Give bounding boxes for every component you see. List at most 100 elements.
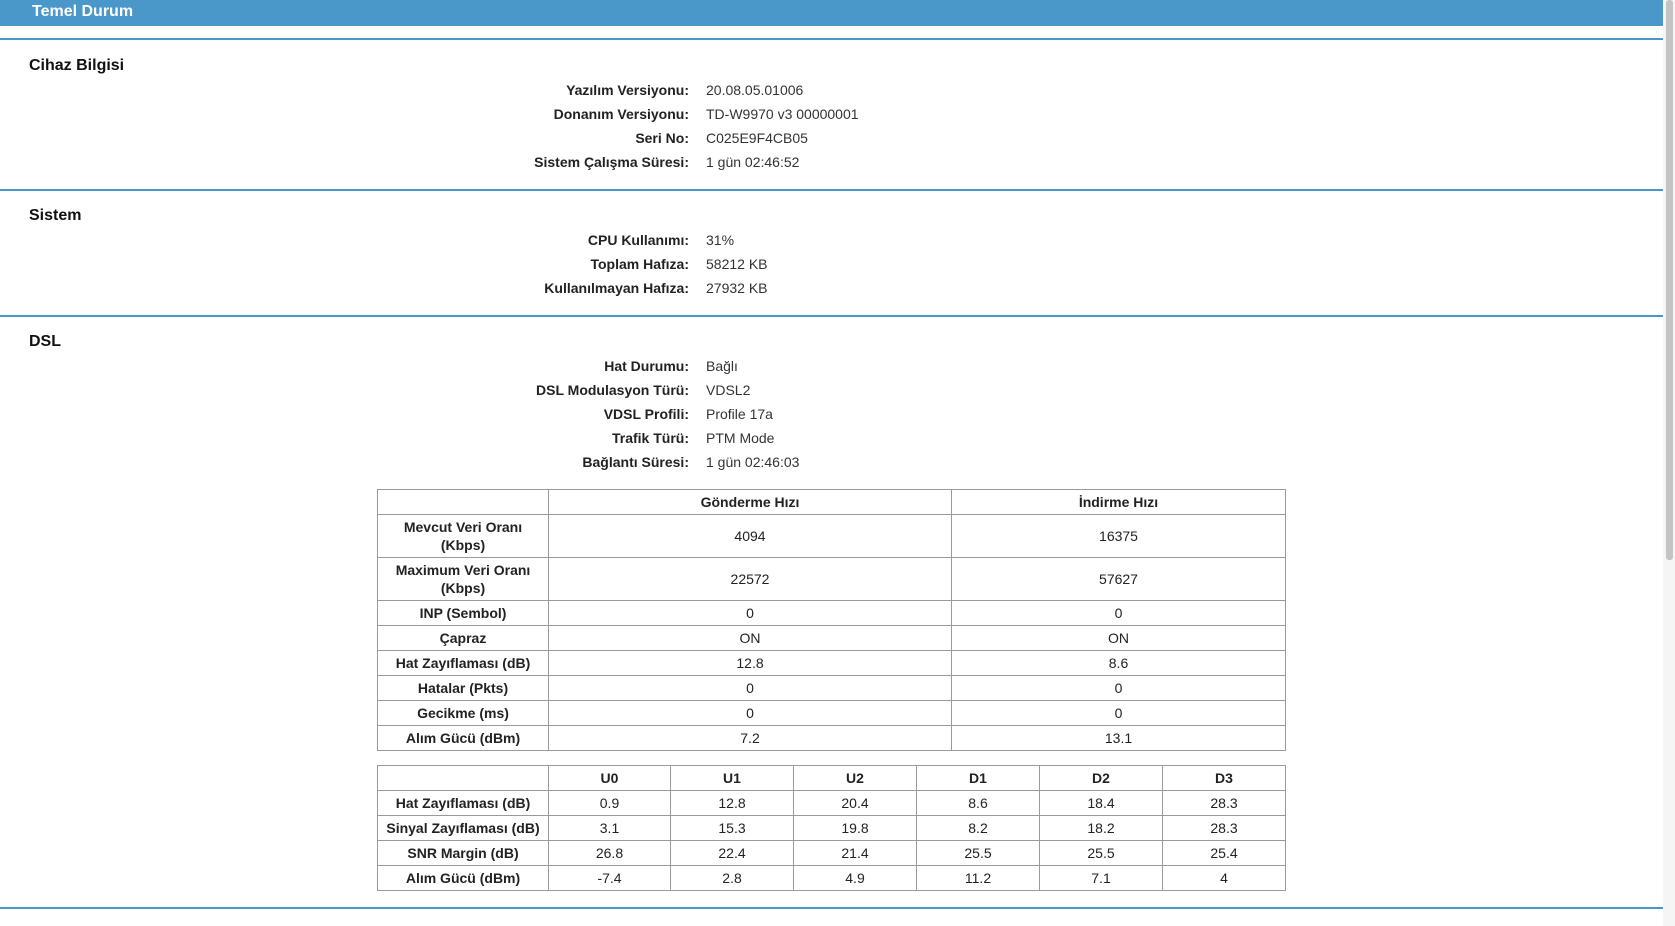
kv-row-serial-number: Seri No: C025E9F4CB05 bbox=[0, 130, 1200, 150]
table-cell: 15.3 bbox=[670, 815, 794, 841]
kv-row-vdsl-profile: VDSL Profili: Profile 17a bbox=[0, 406, 1200, 426]
kv-label: Trafik Türü: bbox=[611, 430, 689, 446]
table-cell: 18.4 bbox=[1039, 790, 1163, 816]
table-row: Maximum Veri Oranı (Kbps) 22572 57627 bbox=[377, 557, 1286, 601]
section-divider bbox=[0, 189, 1663, 191]
kv-row-cpu-usage: CPU Kullanımı: 31% bbox=[0, 232, 1200, 252]
kv-value: Bağlı bbox=[706, 358, 738, 374]
kv-row-hardware-version: Donanım Versiyonu: TD-W9970 v3 00000001 bbox=[0, 106, 1200, 126]
page-title: Temel Durum bbox=[32, 3, 134, 20]
table-cell: 0.9 bbox=[548, 790, 671, 816]
table-header-cell: İndirme Hızı bbox=[951, 489, 1286, 515]
table-header-row: Gönderme Hızı İndirme Hızı bbox=[377, 489, 1286, 515]
table-cell: 0 bbox=[548, 700, 952, 726]
kv-label: Kullanılmayan Hafıza: bbox=[544, 280, 689, 296]
table-cell: 12.8 bbox=[548, 650, 952, 676]
table-cell: 0 bbox=[951, 700, 1286, 726]
row-header-cell: SNR Margin (dB) bbox=[377, 840, 549, 866]
table-cell: 7.1 bbox=[1039, 865, 1163, 891]
kv-label: CPU Kullanımı: bbox=[587, 232, 689, 248]
kv-row-free-memory: Kullanılmayan Hafıza: 27932 KB bbox=[0, 280, 1200, 300]
kv-label: Sistem Çalışma Süresi: bbox=[534, 154, 689, 170]
table-cell: ON bbox=[951, 625, 1286, 651]
table-cell: 28.3 bbox=[1162, 790, 1286, 816]
table-row: Hat Zayıflaması (dB) 12.8 8.6 bbox=[377, 650, 1286, 676]
kv-row-modulation-type: DSL Modulasyon Türü: VDSL2 bbox=[0, 382, 1200, 402]
scrollbar-thumb[interactable] bbox=[1666, 0, 1673, 560]
kv-label: DSL Modulasyon Türü: bbox=[536, 382, 689, 398]
row-header-cell: Gecikme (ms) bbox=[377, 700, 549, 726]
table-row: Mevcut Veri Oranı (Kbps) 4094 16375 bbox=[377, 514, 1286, 558]
section-title-dsl: DSL bbox=[29, 333, 61, 350]
kv-label: Bağlantı Süresi: bbox=[582, 454, 689, 470]
kv-value: 1 gün 02:46:03 bbox=[706, 454, 800, 470]
table-cell: 4 bbox=[1162, 865, 1286, 891]
table-cell: 11.2 bbox=[916, 865, 1040, 891]
section-title-system: Sistem bbox=[29, 207, 82, 224]
section-divider bbox=[0, 315, 1663, 317]
table-cell: 22572 bbox=[548, 557, 952, 601]
row-header-cell: Alım Gücü (dBm) bbox=[377, 725, 549, 751]
dsl-rate-table: Gönderme Hızı İndirme Hızı Mevcut Veri O… bbox=[377, 489, 1286, 751]
kv-row-line-status: Hat Durumu: Bağlı bbox=[0, 358, 1200, 378]
kv-value: 58212 KB bbox=[706, 256, 768, 272]
table-row: Alım Gücü (dBm) 7.2 13.1 bbox=[377, 725, 1286, 751]
table-cell: 8.6 bbox=[916, 790, 1040, 816]
kv-label: Hat Durumu: bbox=[604, 358, 689, 374]
table-row: Hatalar (Pkts) 0 0 bbox=[377, 675, 1286, 701]
table-cell: ON bbox=[548, 625, 952, 651]
vertical-scrollbar[interactable] bbox=[1663, 0, 1675, 926]
table-cell: 25.5 bbox=[916, 840, 1040, 866]
table-header-cell bbox=[377, 489, 549, 515]
table-cell: 13.1 bbox=[951, 725, 1286, 751]
kv-value: 27932 KB bbox=[706, 280, 768, 296]
table-cell: 7.2 bbox=[548, 725, 952, 751]
kv-value: 31% bbox=[706, 232, 735, 248]
row-header-cell: Hatalar (Pkts) bbox=[377, 675, 549, 701]
table-cell: 0 bbox=[548, 600, 952, 626]
table-cell: 0 bbox=[548, 675, 952, 701]
table-cell: 28.3 bbox=[1162, 815, 1286, 841]
kv-value: PTM Mode bbox=[706, 430, 775, 446]
row-header-cell: Hat Zayıflaması (dB) bbox=[377, 650, 549, 676]
table-cell: 25.5 bbox=[1039, 840, 1163, 866]
kv-row-traffic-type: Trafik Türü: PTM Mode bbox=[0, 430, 1200, 450]
table-row: Gecikme (ms) 0 0 bbox=[377, 700, 1286, 726]
row-header-cell: INP (Sembol) bbox=[377, 600, 549, 626]
kv-row-total-memory: Toplam Hafıza: 58212 KB bbox=[0, 256, 1200, 276]
table-cell: 57627 bbox=[951, 557, 1286, 601]
table-header-row: U0 U1 U2 D1 D2 D3 bbox=[377, 765, 1286, 791]
table-cell: 18.2 bbox=[1039, 815, 1163, 841]
kv-label: Seri No: bbox=[635, 130, 689, 146]
table-header-cell: D1 bbox=[916, 765, 1040, 791]
table-cell: 21.4 bbox=[793, 840, 917, 866]
row-header-cell: Mevcut Veri Oranı (Kbps) bbox=[377, 514, 549, 558]
table-cell: 4094 bbox=[548, 514, 952, 558]
kv-value: C025E9F4CB05 bbox=[706, 130, 808, 146]
table-row: Çapraz ON ON bbox=[377, 625, 1286, 651]
table-cell: 22.4 bbox=[670, 840, 794, 866]
table-cell: 0 bbox=[951, 675, 1286, 701]
table-cell: 12.8 bbox=[670, 790, 794, 816]
row-header-cell: Sinyal Zayıflaması (dB) bbox=[377, 815, 549, 841]
kv-value: 1 gün 02:46:52 bbox=[706, 154, 800, 170]
table-cell: 26.8 bbox=[548, 840, 671, 866]
table-header-cell: D3 bbox=[1162, 765, 1286, 791]
kv-row-connection-time: Bağlantı Süresi: 1 gün 02:46:03 bbox=[0, 454, 1200, 474]
table-cell: 16375 bbox=[951, 514, 1286, 558]
table-cell: 4.9 bbox=[793, 865, 917, 891]
table-cell: -7.4 bbox=[548, 865, 671, 891]
page-header: Temel Durum bbox=[0, 0, 1663, 26]
kv-value: 20.08.05.01006 bbox=[706, 82, 804, 98]
row-header-cell: Hat Zayıflaması (dB) bbox=[377, 790, 549, 816]
section-title-device-info: Cihaz Bilgisi bbox=[29, 57, 125, 74]
table-header-cell: U1 bbox=[670, 765, 794, 791]
table-cell: 19.8 bbox=[793, 815, 917, 841]
row-header-cell: Maximum Veri Oranı (Kbps) bbox=[377, 557, 549, 601]
table-header-cell: D2 bbox=[1039, 765, 1163, 791]
kv-value: VDSL2 bbox=[706, 382, 751, 398]
table-cell: 2.8 bbox=[670, 865, 794, 891]
table-cell: 25.4 bbox=[1162, 840, 1286, 866]
kv-row-uptime: Sistem Çalışma Süresi: 1 gün 02:46:52 bbox=[0, 154, 1200, 174]
table-cell: 8.6 bbox=[951, 650, 1286, 676]
